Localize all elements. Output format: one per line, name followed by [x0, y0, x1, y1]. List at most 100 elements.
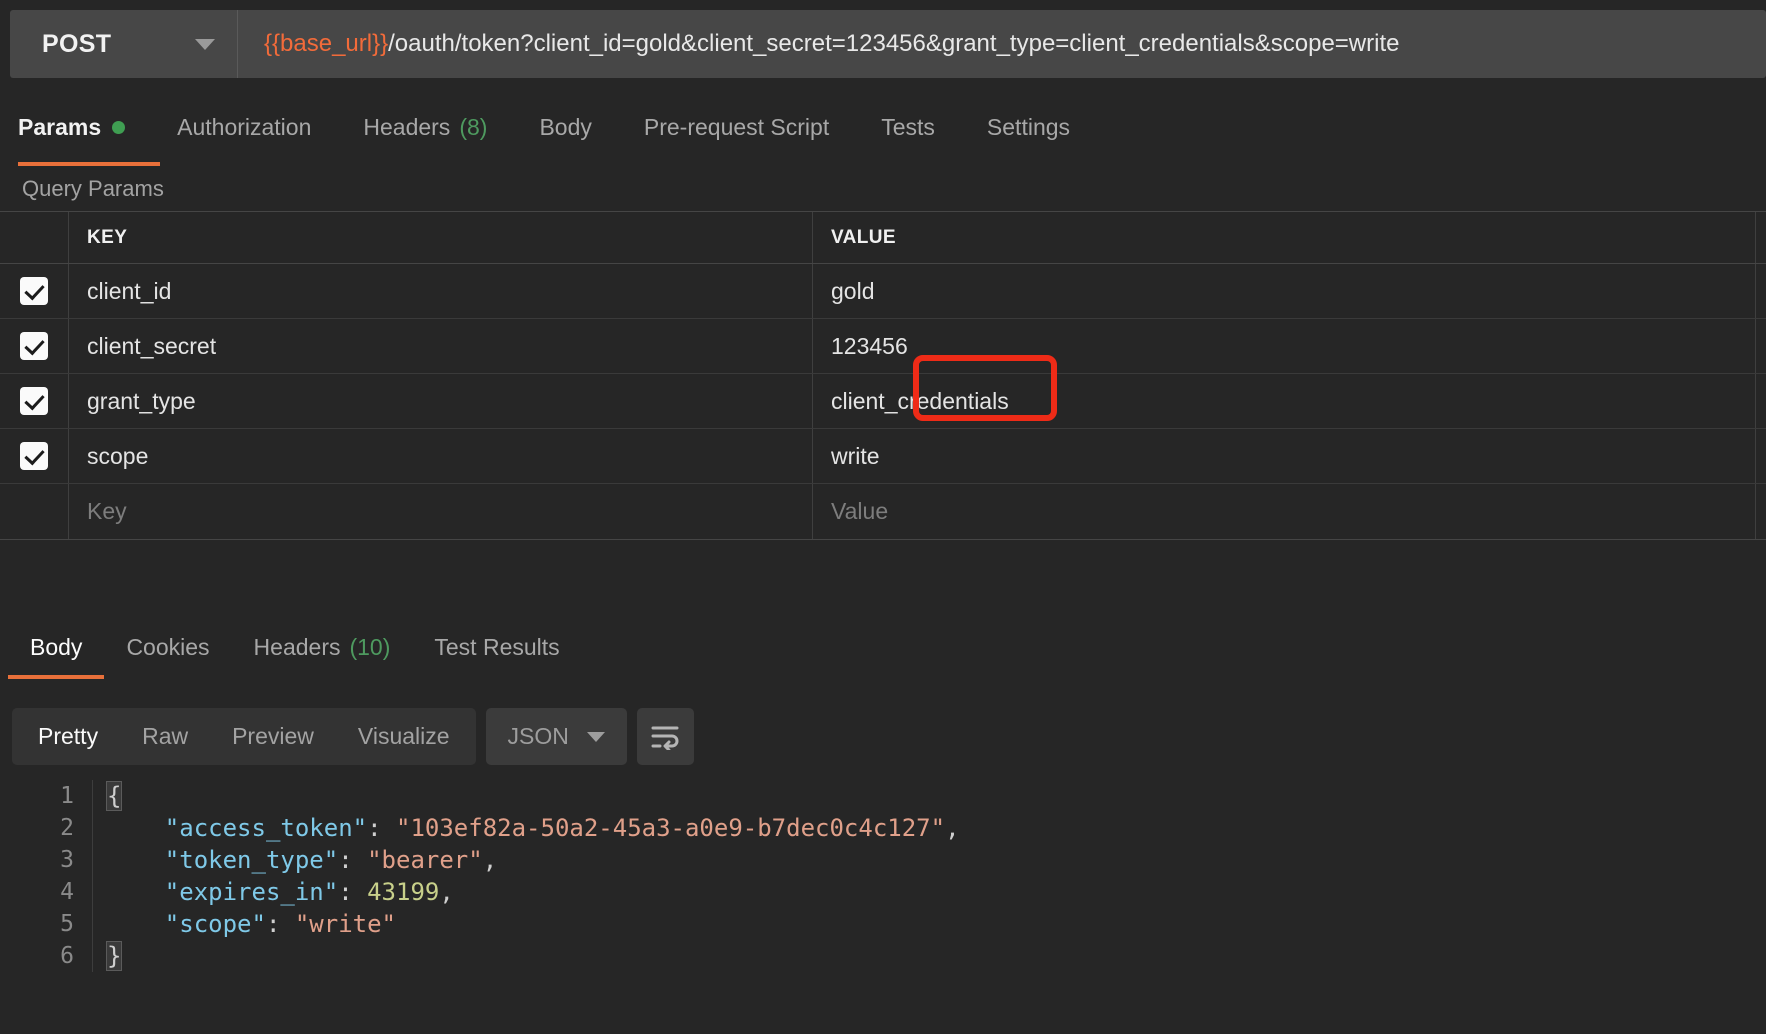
- code-token-key: "expires_in": [165, 878, 338, 906]
- code-token-punc: ,: [439, 878, 453, 906]
- code-line: 3 "token_type": "bearer",: [0, 844, 1766, 876]
- tab-settings[interactable]: Settings: [961, 88, 1096, 166]
- row-tail-cell: [1755, 319, 1766, 373]
- tab-pre-request-script[interactable]: Pre-request Script: [618, 88, 855, 166]
- code-token-punc: :: [338, 846, 367, 874]
- table-row: client_id gold: [0, 264, 1766, 319]
- tab-pre-request-script-label: Pre-request Script: [644, 114, 829, 141]
- code-line-number: 4: [0, 876, 92, 908]
- code-line-text: "expires_in": 43199,: [92, 876, 1766, 908]
- view-raw-button[interactable]: Raw: [120, 708, 210, 765]
- header-tail-cell: [1755, 212, 1766, 263]
- row-value-client-id[interactable]: gold: [812, 264, 1755, 318]
- code-token-key: "token_type": [165, 846, 338, 874]
- code-token-str: "bearer": [367, 846, 483, 874]
- row-key-client-id[interactable]: client_id: [68, 264, 812, 318]
- response-language-select[interactable]: JSON: [486, 708, 627, 765]
- tab-tests[interactable]: Tests: [855, 88, 961, 166]
- request-url-bar: POST {{base_url}}/oauth/token?client_id=…: [0, 0, 1766, 88]
- wrap-text-icon: [650, 724, 680, 750]
- row-value-grant-type[interactable]: client_credentials: [812, 374, 1755, 428]
- code-line-text: {: [92, 780, 1766, 812]
- response-tab-headers[interactable]: Headers (10): [232, 616, 413, 679]
- response-tab-test-results[interactable]: Test Results: [412, 616, 581, 679]
- code-line: 1{: [0, 780, 1766, 812]
- code-token-key: "scope": [165, 910, 266, 938]
- code-token-punc: :: [367, 814, 396, 842]
- table-row: grant_type client_credentials: [0, 374, 1766, 429]
- view-preview-button[interactable]: Preview: [210, 708, 336, 765]
- column-header-value: VALUE: [812, 212, 1755, 263]
- code-line-number: 1: [0, 780, 92, 812]
- row-value-client-secret[interactable]: 123456: [812, 319, 1755, 373]
- code-token-key: "access_token": [165, 814, 367, 842]
- tab-authorization[interactable]: Authorization: [151, 88, 337, 166]
- row-key-grant-type[interactable]: grant_type: [68, 374, 812, 428]
- code-token-str: "write": [295, 910, 396, 938]
- table-row: client_secret 123456: [0, 319, 1766, 374]
- http-method-select[interactable]: POST: [10, 10, 238, 78]
- response-tab-body[interactable]: Body: [8, 616, 104, 679]
- row-checkbox-scope[interactable]: [20, 442, 48, 470]
- response-tab-cookies-label: Cookies: [126, 634, 209, 661]
- response-body-code-viewer[interactable]: 1{2 "access_token": "103ef82a-50a2-45a3-…: [0, 780, 1766, 1034]
- url-variable-token: {{base_url}}: [264, 30, 388, 58]
- code-line-text: "scope": "write": [92, 908, 1766, 940]
- request-url-bar-inner: POST {{base_url}}/oauth/token?client_id=…: [10, 10, 1766, 78]
- new-param-key-input[interactable]: Key: [68, 484, 812, 539]
- view-visualize-button[interactable]: Visualize: [336, 708, 472, 765]
- query-params-table: KEY VALUE client_id gold client_secret 1…: [0, 211, 1766, 540]
- row-tail-cell: [1755, 429, 1766, 483]
- row-value-scope[interactable]: write: [812, 429, 1755, 483]
- code-line: 5 "scope": "write": [0, 908, 1766, 940]
- row-checkbox-cell: [0, 429, 68, 483]
- tab-tests-label: Tests: [881, 114, 935, 141]
- request-tab-bar: Params Authorization Headers (8) Body Pr…: [0, 88, 1766, 166]
- new-param-value-input[interactable]: Value: [812, 484, 1755, 539]
- code-line: 6}: [0, 940, 1766, 972]
- code-lines-container: 1{2 "access_token": "103ef82a-50a2-45a3-…: [0, 780, 1766, 972]
- tab-settings-label: Settings: [987, 114, 1070, 141]
- empty-row-tail-cell: [1755, 484, 1766, 539]
- row-key-scope[interactable]: scope: [68, 429, 812, 483]
- response-view-segmented-control: Pretty Raw Preview Visualize: [12, 708, 476, 765]
- response-tab-bar: Body Cookies Headers (10) Test Results: [0, 616, 1766, 679]
- tab-authorization-label: Authorization: [177, 114, 311, 141]
- tab-headers[interactable]: Headers (8): [337, 88, 513, 166]
- response-tab-headers-count: (10): [349, 634, 390, 661]
- response-tab-body-label: Body: [30, 634, 82, 661]
- code-line-number: 6: [0, 940, 92, 972]
- chevron-down-icon: [587, 732, 605, 742]
- view-pretty-button[interactable]: Pretty: [16, 708, 120, 765]
- row-checkbox-grant-type[interactable]: [20, 387, 48, 415]
- row-key-client-secret[interactable]: client_secret: [68, 319, 812, 373]
- wrap-lines-button[interactable]: [637, 708, 694, 765]
- response-format-toolbar: Pretty Raw Preview Visualize JSON: [12, 708, 694, 765]
- table-row: scope write: [0, 429, 1766, 484]
- header-checkbox-cell: [0, 212, 68, 263]
- code-line: 4 "expires_in": 43199,: [0, 876, 1766, 908]
- code-token-punc: :: [266, 910, 295, 938]
- response-tab-headers-label: Headers: [254, 634, 341, 661]
- tab-body[interactable]: Body: [513, 88, 617, 166]
- code-token-punc: ,: [483, 846, 497, 874]
- row-checkbox-cell: [0, 374, 68, 428]
- row-checkbox-client-id[interactable]: [20, 277, 48, 305]
- response-tab-cookies[interactable]: Cookies: [104, 616, 231, 679]
- row-checkbox-cell: [0, 319, 68, 373]
- code-line-number: 2: [0, 812, 92, 844]
- code-line-number: 3: [0, 844, 92, 876]
- request-url-input[interactable]: {{base_url}}/oauth/token?client_id=gold&…: [238, 10, 1766, 78]
- code-line-text: }: [92, 940, 1766, 972]
- table-header-row: KEY VALUE: [0, 212, 1766, 264]
- response-tab-test-results-label: Test Results: [434, 634, 559, 661]
- row-checkbox-client-secret[interactable]: [20, 332, 48, 360]
- row-tail-cell: [1755, 374, 1766, 428]
- code-token-brace: {: [107, 782, 121, 810]
- code-line-text: "access_token": "103ef82a-50a2-45a3-a0e9…: [92, 812, 1766, 844]
- code-line-text: "token_type": "bearer",: [92, 844, 1766, 876]
- http-method-label: POST: [42, 30, 111, 59]
- tab-params[interactable]: Params: [18, 88, 151, 166]
- code-token-punc: :: [338, 878, 367, 906]
- code-token-punc: ,: [945, 814, 959, 842]
